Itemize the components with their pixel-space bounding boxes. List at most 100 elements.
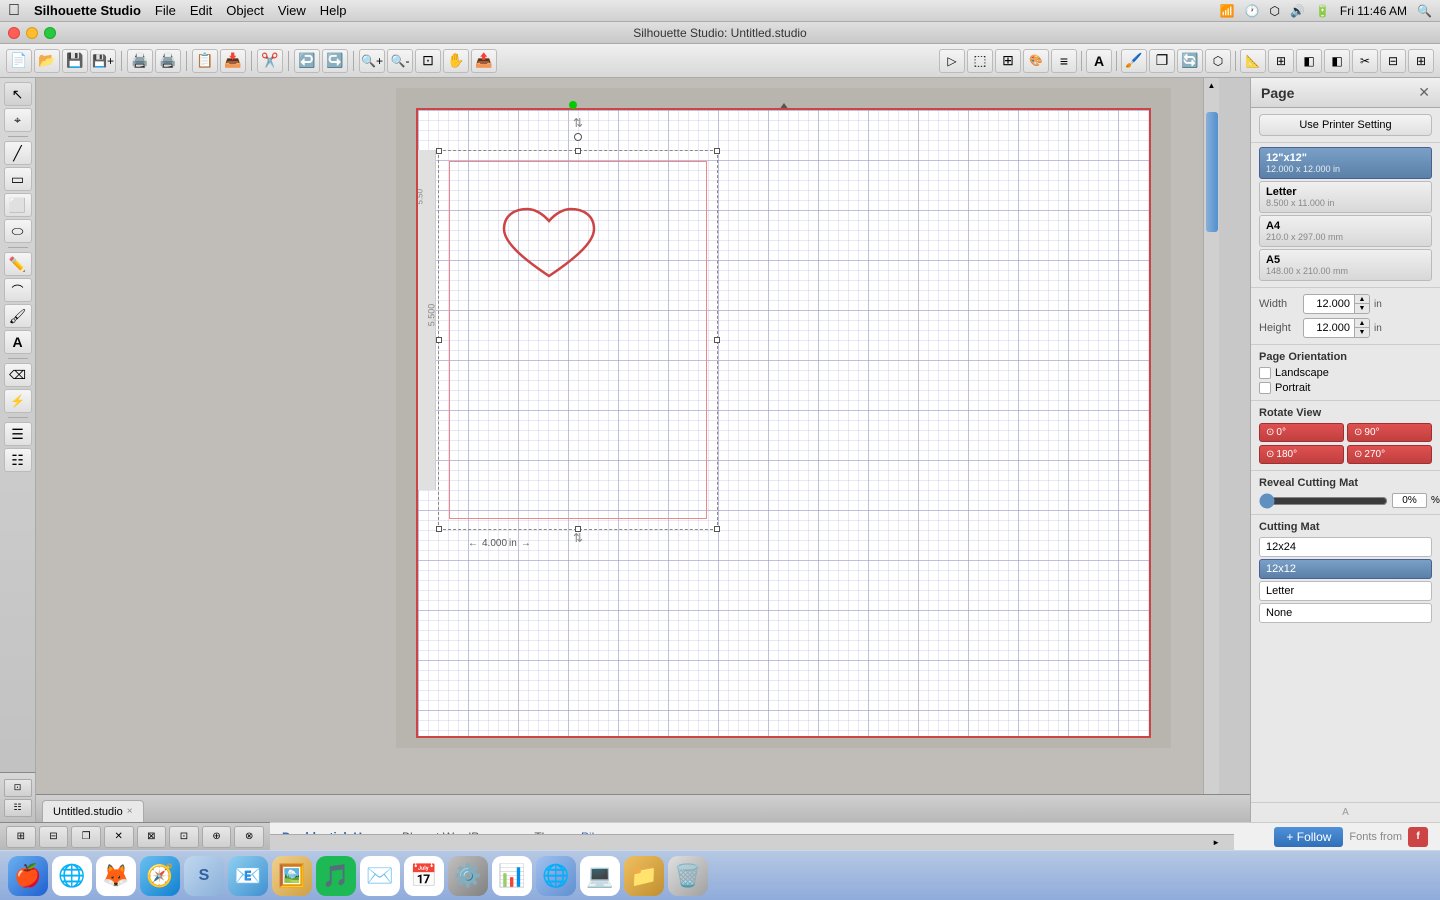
color-panel[interactable]: 🎨 [1023, 49, 1049, 73]
rotate-panel[interactable]: 🔄 [1177, 49, 1203, 73]
undo-button[interactable]: ↩️ [294, 49, 320, 73]
cutting-mat-letter[interactable]: Letter [1259, 581, 1432, 601]
object-menu[interactable]: Object [226, 3, 264, 18]
scroll-right-button[interactable]: ► [1212, 838, 1220, 847]
crop-button[interactable]: ⊞ [1408, 49, 1434, 73]
bottom-left-tool1[interactable]: ⊡ [4, 779, 32, 797]
file-menu[interactable]: File [155, 3, 176, 18]
open-button[interactable]: 📂 [34, 49, 60, 73]
print-setup-button[interactable]: 🖨️ [155, 49, 181, 73]
selection-box[interactable]: ⇅ ⇅ [438, 150, 718, 530]
rounded-rect-tool[interactable]: ⬜ [4, 193, 32, 217]
height-up-arrow[interactable]: ▲ [1355, 319, 1369, 328]
sel-copy-button[interactable]: ❐ [71, 826, 101, 848]
handle-bottom-right[interactable] [714, 526, 720, 532]
handle-mid-left[interactable] [436, 337, 442, 343]
dock-calendar[interactable]: 📅 [404, 856, 444, 896]
dock-browser[interactable]: 🌐 [536, 856, 576, 896]
minimize-button[interactable] [26, 27, 38, 39]
dock-mail[interactable]: 📧 [228, 856, 268, 896]
reveal-slider[interactable] [1259, 495, 1388, 507]
handle-top-right[interactable] [714, 148, 720, 154]
sel-group2-button[interactable]: ⊠ [137, 826, 167, 848]
text-panel[interactable]: A [1086, 49, 1112, 73]
help-menu[interactable]: Help [320, 3, 347, 18]
dock-chrome[interactable]: 🌐 [52, 856, 92, 896]
sel-all-button[interactable]: ⊞ [6, 826, 36, 848]
dock-firefox[interactable]: 🦊 [96, 856, 136, 896]
dock-safari[interactable]: 🧭 [140, 856, 180, 896]
size-a5[interactable]: A5 148.00 x 210.00 mm [1259, 249, 1432, 281]
search-icon[interactable]: 🔍 [1417, 4, 1432, 18]
sel-target-button[interactable]: ⊗ [234, 826, 264, 848]
line-panel[interactable]: ≡ [1051, 49, 1077, 73]
ellipse-tool[interactable]: ⬭ [4, 219, 32, 243]
width-up-arrow[interactable]: ▲ [1355, 295, 1369, 304]
transform-panel[interactable]: ⬡ [1205, 49, 1231, 73]
zoom-panel[interactable]: ⊞ [1268, 49, 1294, 73]
app-name-menu[interactable]: Silhouette Studio [34, 3, 141, 18]
sel-group-button[interactable]: ⊟ [39, 826, 69, 848]
dock-silhouette[interactable]: S [184, 856, 224, 896]
node-tool[interactable]: ⌖ [4, 108, 32, 132]
zoom-in-button[interactable]: 🔍+ [359, 49, 385, 73]
save-as-button[interactable]: 💾+ [90, 49, 116, 73]
bezier-tool[interactable]: ⌒ [4, 278, 32, 302]
cutting-mat-none[interactable]: None [1259, 603, 1432, 623]
rotation-handle[interactable] [574, 133, 582, 141]
dock-migration[interactable]: 💻 [580, 856, 620, 896]
pan-tool[interactable]: ☰ [4, 422, 32, 446]
dock-downloads[interactable]: 📁 [624, 856, 664, 896]
apple-menu[interactable]:  [8, 2, 20, 20]
grid-toggle[interactable]: ⊞ [995, 49, 1021, 73]
view-tool[interactable]: ☷ [4, 448, 32, 472]
import-button[interactable]: 📥 [220, 49, 246, 73]
rotate-90-button[interactable]: ⊙ 90° [1347, 423, 1432, 442]
size-12x12[interactable]: 12"x12" 12.000 x 12.000 in [1259, 147, 1432, 179]
size-a4[interactable]: A4 210.0 x 297.00 mm [1259, 215, 1432, 247]
cut-button[interactable]: ✂️ [257, 49, 283, 73]
redo-button[interactable]: ↪️ [322, 49, 348, 73]
handle-mid-right[interactable] [714, 337, 720, 343]
rotate-0-button[interactable]: ⊙ 0° [1259, 423, 1344, 442]
fill-panel[interactable]: 🖌️ [1121, 49, 1147, 73]
print-button[interactable]: 🖨️ [127, 49, 153, 73]
zoom-fit-button[interactable]: ⊡ [415, 49, 441, 73]
mat-inner[interactable]: 5.50 ⇅ [416, 108, 1151, 738]
dock-activity[interactable]: 📊 [492, 856, 532, 896]
save-button[interactable]: 💾 [62, 49, 88, 73]
paint-tool[interactable]: 🖌 [4, 304, 32, 328]
scroll-up-button[interactable]: ▲ [1205, 78, 1219, 92]
use-printer-setting-button[interactable]: Use Printer Setting [1259, 114, 1432, 136]
maximize-button[interactable] [44, 27, 56, 39]
view-menu[interactable]: View [278, 3, 306, 18]
rect-tool[interactable]: ▭ [4, 167, 32, 191]
vertical-scroll-thumb[interactable] [1206, 112, 1218, 232]
width-input[interactable] [1304, 296, 1354, 312]
line-style[interactable]: ⊟ [1380, 49, 1406, 73]
dock-mailapp[interactable]: ✉️ [360, 856, 400, 896]
sel-delete-button[interactable]: ✕ [104, 826, 134, 848]
height-input[interactable] [1304, 320, 1354, 336]
line-tool[interactable]: ╱ [4, 141, 32, 165]
page-panel-button[interactable]: 📐 [1240, 49, 1266, 73]
new-button[interactable]: 📄 [6, 49, 32, 73]
text-tool[interactable]: A [4, 330, 32, 354]
dock-iphoto[interactable]: 🖼️ [272, 856, 312, 896]
dock-spotify[interactable]: 🎵 [316, 856, 356, 896]
tab-untitled-studio[interactable]: Untitled.studio × [42, 800, 144, 822]
handle-top-mid[interactable] [575, 148, 581, 154]
panel-close-button[interactable]: ✕ [1418, 84, 1430, 101]
pan-button[interactable]: ✋ [443, 49, 469, 73]
cut-settings[interactable]: ✂ [1352, 49, 1378, 73]
edit-menu[interactable]: Edit [190, 3, 212, 18]
height-down-arrow[interactable]: ▼ [1355, 328, 1369, 337]
cutting-mat-12x24[interactable]: 12x24 [1259, 537, 1432, 557]
heart-shape[interactable] [499, 201, 599, 291]
template-button[interactable]: 📋 [192, 49, 218, 73]
select-tool[interactable]: ↖ [4, 82, 32, 106]
size-letter[interactable]: Letter 8.500 x 11.000 in [1259, 181, 1432, 213]
handle-top-left[interactable] [436, 148, 442, 154]
dock-finder[interactable]: 🍎 [8, 856, 48, 896]
dock-trash[interactable]: 🗑️ [668, 856, 708, 896]
